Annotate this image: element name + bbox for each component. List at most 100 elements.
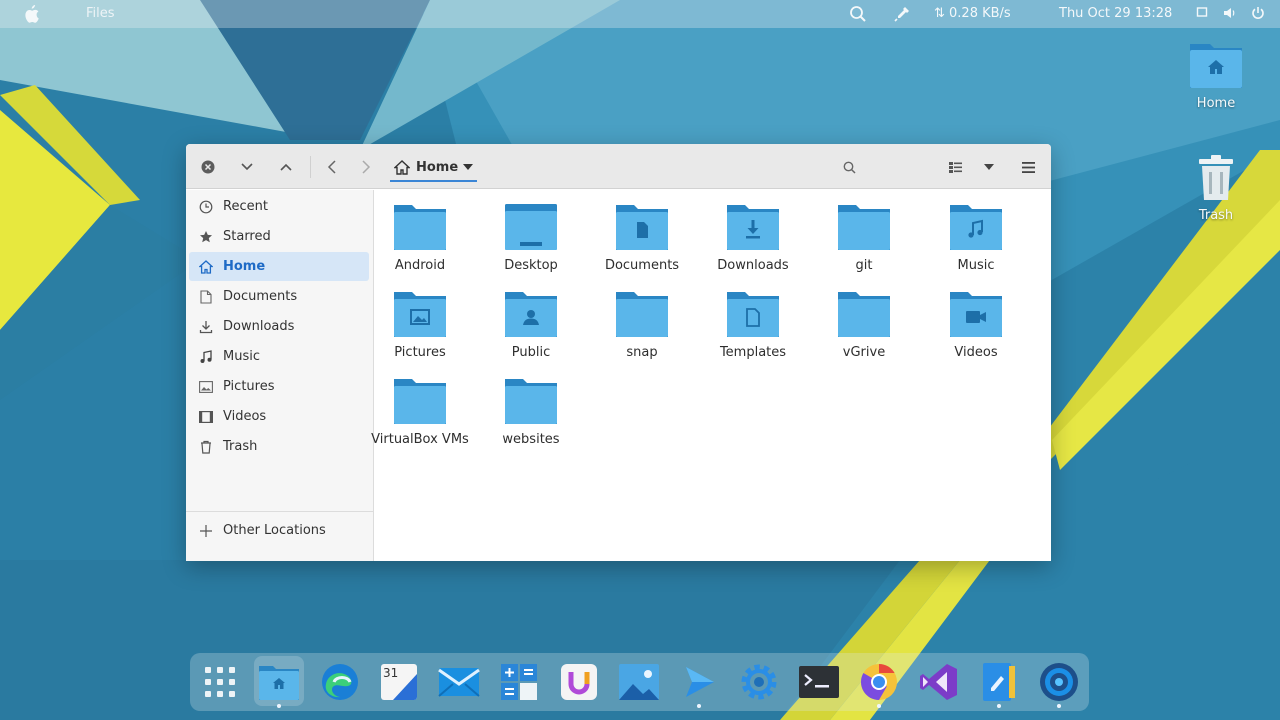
file-item-music[interactable]: Music bbox=[926, 202, 1026, 274]
public-folder-icon bbox=[505, 292, 557, 337]
file-item-vgrive[interactable]: vGrive bbox=[814, 289, 914, 361]
sidebar-item-documents[interactable]: Documents bbox=[189, 282, 369, 311]
search-icon bbox=[843, 161, 856, 174]
sidebar-item-music[interactable]: Music bbox=[189, 342, 369, 371]
file-item-downloads[interactable]: Downloads bbox=[703, 202, 803, 274]
file-item-git[interactable]: git bbox=[814, 202, 914, 274]
dropdown-arrow-icon bbox=[463, 164, 474, 170]
visual-studio-icon[interactable] bbox=[917, 660, 961, 704]
desktop-trash-shortcut[interactable]: Trash bbox=[1176, 154, 1256, 223]
mail-icon[interactable] bbox=[437, 660, 481, 704]
file-view: Android Desktop Documents Downloads git … bbox=[371, 190, 1051, 561]
templates-folder-icon bbox=[727, 292, 779, 337]
sidebar-item-recent[interactable]: Recent bbox=[189, 192, 369, 221]
ulauncher-icon[interactable] bbox=[557, 660, 601, 704]
file-item-public[interactable]: Public bbox=[481, 289, 581, 361]
file-item-documents[interactable]: Documents bbox=[592, 202, 692, 274]
file-name: Desktop bbox=[504, 258, 558, 273]
trash-icon bbox=[198, 439, 214, 455]
calculator-icon[interactable] bbox=[497, 660, 541, 704]
search-icon[interactable] bbox=[849, 5, 867, 27]
file-name: Videos bbox=[954, 345, 998, 360]
chevron-down-icon bbox=[241, 163, 253, 171]
search-button[interactable] bbox=[838, 156, 860, 178]
star-icon bbox=[198, 229, 214, 245]
active-app-name[interactable]: Files bbox=[86, 6, 115, 21]
file-item-desktop[interactable]: Desktop bbox=[481, 202, 581, 274]
calendar-day: 31 bbox=[383, 666, 399, 680]
volume-icon[interactable] bbox=[1223, 6, 1237, 20]
trash-can-icon bbox=[1199, 155, 1233, 200]
folder-icon bbox=[505, 379, 557, 424]
sidebar-item-home[interactable]: Home bbox=[189, 252, 369, 281]
screen-icon[interactable] bbox=[1196, 6, 1208, 18]
sidebar-item-starred[interactable]: Starred bbox=[189, 222, 369, 251]
sidebar-item-other-locations[interactable]: Other Locations bbox=[189, 516, 369, 545]
file-item-virtualbox-vms[interactable]: VirtualBox VMs bbox=[370, 376, 470, 448]
desktop-trash-label: Trash bbox=[1198, 208, 1234, 223]
sidebar-item-label: Downloads bbox=[223, 319, 295, 334]
minimize-window-button[interactable] bbox=[236, 156, 258, 178]
file-item-snap[interactable]: snap bbox=[592, 289, 692, 361]
file-item-templates[interactable]: Templates bbox=[703, 289, 803, 361]
edge-browser-icon[interactable] bbox=[318, 660, 362, 704]
back-arrow-icon bbox=[327, 160, 336, 174]
sidebar-item-downloads[interactable]: Downloads bbox=[189, 312, 369, 341]
hamburger-menu-icon bbox=[1021, 161, 1035, 173]
color-picker-icon[interactable] bbox=[893, 5, 911, 27]
menu-button[interactable] bbox=[1017, 156, 1039, 178]
path-bar-home[interactable]: Home bbox=[390, 154, 478, 182]
file-item-pictures[interactable]: Pictures bbox=[370, 289, 470, 361]
apple-logo-icon[interactable] bbox=[23, 5, 39, 23]
back-button[interactable] bbox=[321, 156, 343, 178]
sidebar-item-label: Documents bbox=[223, 289, 298, 304]
path-bar-label: Home bbox=[416, 159, 459, 175]
chevron-down-icon bbox=[984, 164, 994, 170]
text-editor-icon[interactable] bbox=[977, 660, 1021, 704]
running-indicator bbox=[997, 704, 1001, 708]
clock[interactable]: Thu Oct 29 13:28 bbox=[1059, 6, 1172, 21]
image-viewer-icon[interactable] bbox=[617, 660, 661, 704]
view-toggle-button[interactable] bbox=[944, 156, 966, 178]
terminal-icon[interactable] bbox=[797, 660, 841, 704]
maximize-window-button[interactable] bbox=[275, 156, 297, 178]
desktop-home-shortcut[interactable]: Home bbox=[1176, 40, 1256, 111]
running-indicator bbox=[277, 704, 281, 708]
show-apps-icon[interactable] bbox=[198, 660, 242, 704]
folder-icon bbox=[616, 292, 668, 337]
sidebar-item-label: Home bbox=[223, 259, 266, 274]
settings-gear-icon[interactable] bbox=[737, 660, 781, 704]
sidebar-item-label: Trash bbox=[223, 439, 258, 454]
sidebar-item-videos[interactable]: Videos bbox=[189, 402, 369, 431]
home-icon bbox=[198, 259, 214, 275]
running-indicator bbox=[697, 704, 701, 708]
file-item-websites[interactable]: websites bbox=[481, 376, 581, 448]
running-indicator bbox=[1057, 704, 1061, 708]
videos-folder-icon bbox=[950, 292, 1002, 337]
sidebar-item-label: Starred bbox=[223, 229, 271, 244]
chrome-canary-icon[interactable] bbox=[857, 660, 901, 704]
file-name: Templates bbox=[719, 345, 787, 360]
file-name: websites bbox=[502, 432, 560, 447]
file-item-android[interactable]: Android bbox=[370, 202, 470, 274]
sidebar-item-trash[interactable]: Trash bbox=[189, 432, 369, 461]
calendar-icon[interactable]: 31 bbox=[377, 660, 421, 704]
disk-usage-icon[interactable] bbox=[1037, 660, 1081, 704]
power-icon[interactable] bbox=[1251, 6, 1265, 20]
folder-icon bbox=[394, 379, 446, 424]
forward-button[interactable] bbox=[355, 156, 377, 178]
file-name: Android bbox=[394, 258, 446, 273]
files-icon[interactable] bbox=[257, 660, 301, 704]
sidebar-item-pictures[interactable]: Pictures bbox=[189, 372, 369, 401]
folder-icon bbox=[838, 205, 890, 250]
header-bar: Home bbox=[186, 144, 1051, 189]
picture-icon bbox=[198, 379, 214, 395]
file-item-videos[interactable]: Videos bbox=[926, 289, 1026, 361]
video-icon bbox=[198, 409, 214, 425]
view-options-button[interactable] bbox=[978, 156, 1000, 178]
file-name: VirtualBox VMs bbox=[371, 432, 469, 447]
network-speed[interactable]: ⇅ 0.28 KB/s bbox=[934, 6, 1011, 21]
play-arrow-icon[interactable] bbox=[677, 660, 721, 704]
sidebar-item-label: Music bbox=[223, 349, 260, 364]
close-window-button[interactable] bbox=[197, 156, 219, 178]
